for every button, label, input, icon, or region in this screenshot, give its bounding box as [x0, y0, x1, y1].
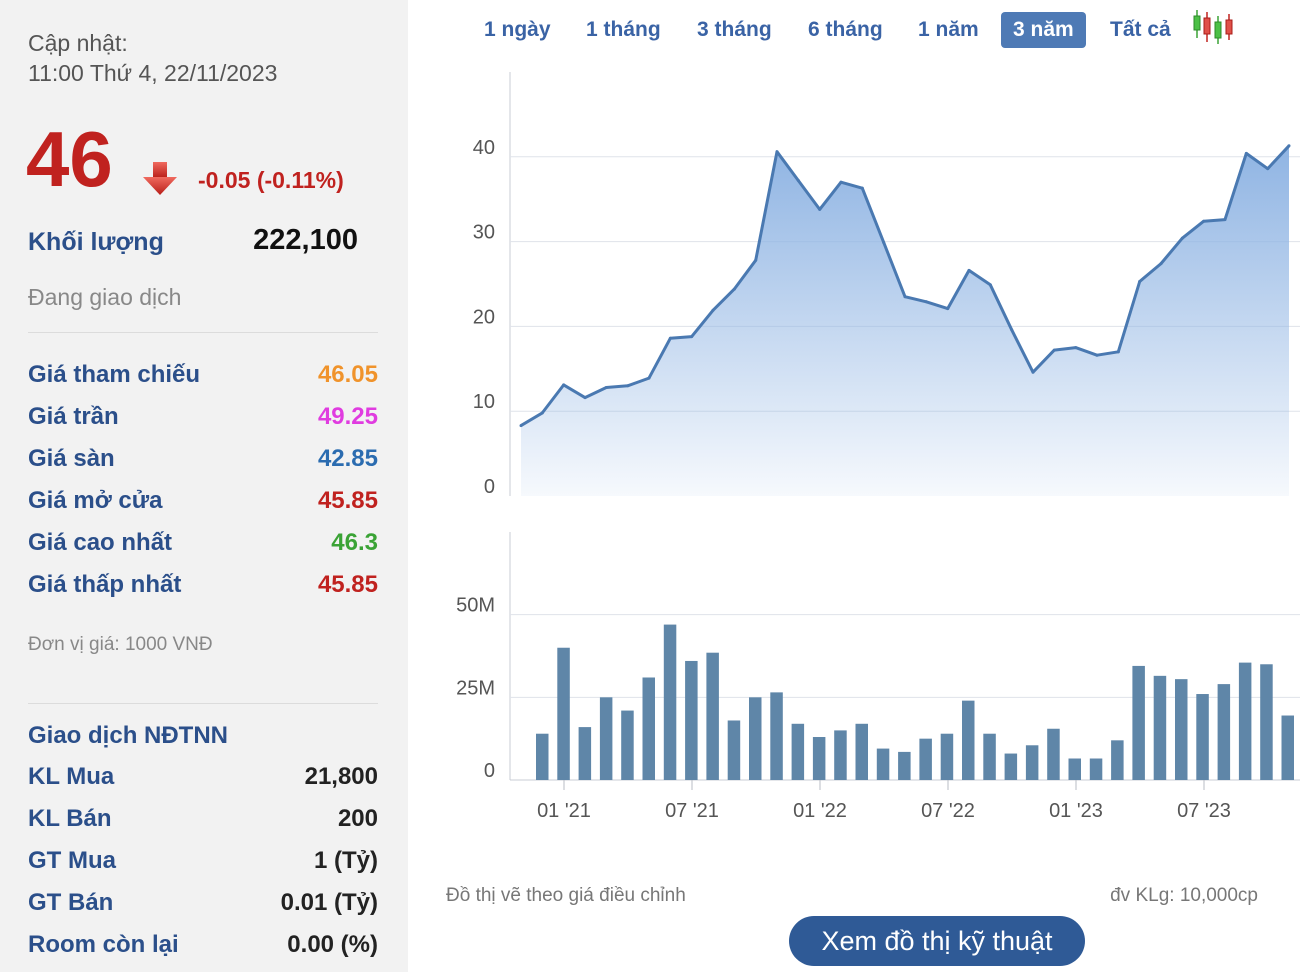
price-point: [711, 308, 715, 312]
price-point: [1031, 370, 1035, 374]
volume-y-tick-label: 0: [484, 760, 495, 782]
price-point: [540, 411, 544, 415]
price-point: [1116, 350, 1120, 354]
price-point: [796, 179, 800, 183]
volume-bar: [1111, 740, 1124, 780]
volume-bar: [962, 700, 975, 780]
price-y-tick-label: 30: [473, 222, 495, 244]
volume-bar: [1025, 745, 1039, 780]
volume-bar: [642, 677, 655, 780]
price-point: [1202, 219, 1206, 223]
adjusted-price-note: Đồ thị vẽ theo giá điều chỉnh: [446, 885, 686, 906]
volume-bar: [1089, 758, 1103, 780]
volume-bar: [557, 647, 570, 780]
volume-bar: [685, 660, 698, 780]
price-point: [946, 307, 950, 311]
volume-bar: [1175, 679, 1188, 780]
price-point: [988, 283, 992, 287]
x-tick-label: 01 '21: [537, 800, 591, 822]
price-point: [562, 383, 566, 387]
foreign-row-label: Room còn lại: [28, 931, 179, 958]
x-tick-label: 07 '21: [665, 800, 719, 822]
price-point: [1244, 151, 1248, 155]
x-tick-label: 07 '22: [921, 800, 975, 822]
volume-bar: [855, 723, 868, 780]
price-point: [754, 258, 758, 262]
foreign-row-value: 0.00 (%): [287, 931, 378, 958]
price-y-tick-label: 0: [484, 476, 495, 498]
price-point: [1287, 144, 1291, 148]
volume-bar: [1068, 758, 1081, 780]
price-point: [1010, 328, 1014, 332]
volume-bar: [1196, 694, 1209, 780]
price-point: [626, 384, 630, 388]
price-point: [1266, 167, 1270, 171]
price-point: [1095, 353, 1099, 357]
volume-bar: [812, 737, 826, 780]
foreign-row-label: GT Bán: [28, 889, 114, 916]
price-y-tick-label: 10: [473, 391, 495, 413]
volume-bar: [663, 624, 677, 780]
price-point: [1223, 218, 1227, 222]
volume-bar: [706, 652, 719, 780]
volume-bar: [1217, 684, 1231, 780]
x-tick-label: 01 '23: [1049, 800, 1103, 822]
volume-bar: [791, 723, 805, 780]
volume-bar: [599, 697, 613, 780]
volume-bar: [1132, 665, 1145, 780]
price-point: [690, 335, 694, 339]
price-point: [668, 336, 672, 340]
price-point: [1180, 236, 1184, 240]
price-point: [839, 180, 843, 184]
volume-bar: [834, 730, 847, 780]
price-area-fill: [521, 145, 1289, 497]
volume-bar: [770, 692, 783, 780]
volume-bar: [940, 733, 954, 780]
price-point: [604, 385, 608, 389]
foreign-row-room: Room còn lại 0.00 (%): [28, 931, 378, 959]
volume-y-tick-label: 25M: [456, 677, 495, 699]
volume-bar: [919, 738, 932, 780]
x-tick-label: 07 '23: [1177, 800, 1231, 822]
price-y-tick-label: 40: [473, 137, 495, 159]
volume-bar: [1238, 662, 1252, 780]
price-point: [967, 268, 971, 272]
foreign-row-value: 0.01 (Tỷ): [280, 889, 378, 916]
price-point: [924, 300, 928, 304]
price-point: [1159, 262, 1163, 266]
volume-bar: [578, 727, 592, 780]
price-volume-chart: 0 10 20 30 40 0 25M 50M 01 '21 07 '21 01 '22 07 '22…: [456, 72, 1300, 822]
volume-bar: [1153, 675, 1167, 780]
volume-bar: [1281, 715, 1294, 780]
price-point: [647, 376, 651, 380]
volume-unit-note: đv KLg: 10,000cp: [1110, 885, 1258, 906]
volume-y-tick-label: 50M: [456, 595, 495, 617]
volume-bar: [876, 748, 890, 780]
price-point: [882, 240, 886, 244]
price-point: [903, 295, 907, 299]
volume-bar: [727, 720, 741, 780]
volume-bar: [621, 710, 634, 780]
x-tick-label: 01 '22: [793, 800, 847, 822]
price-point: [860, 186, 864, 190]
price-point: [732, 287, 736, 291]
price-point: [818, 207, 822, 211]
price-y-tick-label: 20: [473, 306, 495, 328]
volume-bar: [898, 751, 911, 780]
price-point: [1074, 346, 1078, 350]
technical-chart-button[interactable]: Xem đồ thị kỹ thuật: [789, 916, 1085, 966]
volume-bar: [536, 733, 549, 780]
volume-bar: [749, 697, 762, 780]
volume-bar: [1004, 753, 1018, 780]
price-point: [519, 424, 523, 428]
volume-bar: [983, 733, 996, 780]
price-point: [1138, 279, 1142, 283]
foreign-row-sell-value: GT Bán 0.01 (Tỷ): [28, 889, 378, 917]
volume-bar: [1260, 664, 1273, 780]
volume-bar: [1047, 728, 1060, 780]
price-point: [583, 396, 587, 400]
price-point: [1052, 348, 1056, 352]
price-point: [775, 150, 779, 154]
